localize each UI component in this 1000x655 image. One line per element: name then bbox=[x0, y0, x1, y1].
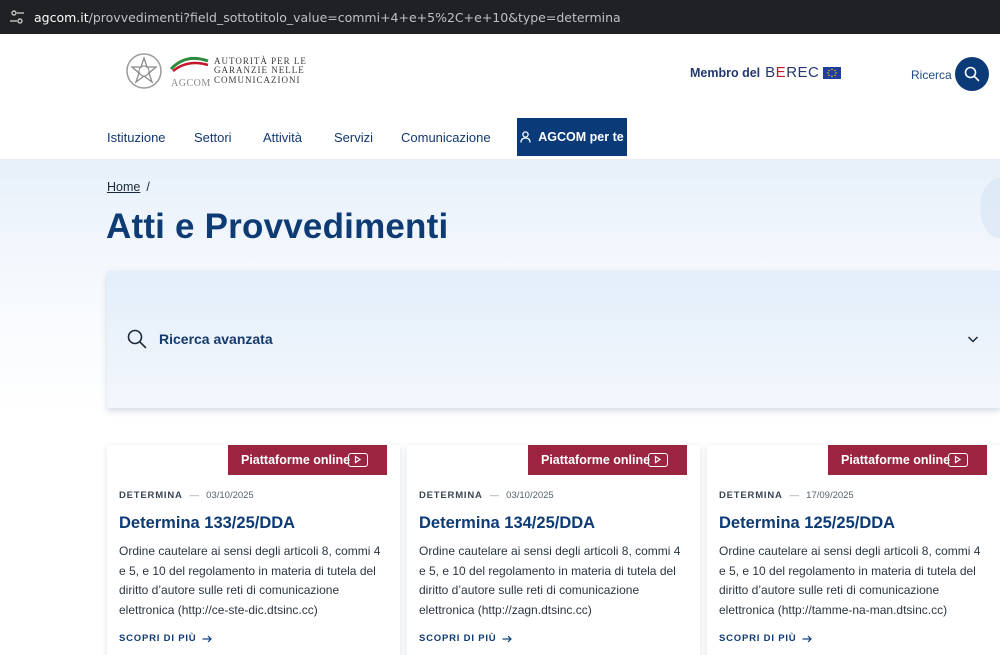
agcom-per-te-label: AGCOM per te bbox=[538, 130, 624, 144]
logo-line-3: COMUNICAZIONI bbox=[214, 74, 301, 85]
card-meta: DETERMINA — 17/09/2025 bbox=[719, 490, 854, 501]
advanced-search-label: Ricerca avanzata bbox=[159, 331, 273, 347]
search-icon bbox=[964, 66, 980, 82]
berec-member-link[interactable]: Membro del BEREC bbox=[690, 64, 842, 81]
logo-wordmark: AUTORITÀ PER LE GARANZIE NELLE COMUNICAZ… bbox=[214, 56, 307, 86]
card-title[interactable]: Determina 133/25/DDA bbox=[119, 514, 295, 533]
card-date: 17/09/2025 bbox=[806, 490, 854, 501]
berec-brand: BEREC bbox=[765, 64, 819, 81]
result-card[interactable]: Piattaforme online DETERMINA —03/10/2025 … bbox=[107, 445, 400, 655]
chevron-down-icon[interactable] bbox=[967, 333, 979, 345]
agcom-swoosh-icon bbox=[169, 56, 209, 72]
nav-item-settori[interactable]: Settori bbox=[194, 130, 232, 145]
card-description: Ordine cautelare ai sensi degli articoli… bbox=[119, 544, 381, 617]
card-meta: DETERMINA — 03/10/2025 bbox=[419, 490, 554, 501]
category-tag-label: Piattaforme online bbox=[541, 453, 651, 467]
eu-flag-icon bbox=[823, 66, 842, 79]
card-date: 03/10/2025 bbox=[506, 490, 554, 501]
result-card[interactable]: Piattaforme online DETERMINA —17/09/2025 … bbox=[707, 445, 1000, 655]
berec-brand-e: E bbox=[775, 64, 787, 81]
address-bar-url[interactable]: agcom.it/provvedimenti?field_sottotitolo… bbox=[34, 10, 621, 25]
category-tag-label: Piattaforme online bbox=[841, 453, 951, 467]
play-icon bbox=[648, 453, 668, 467]
breadcrumb-home-link[interactable]: Home bbox=[107, 180, 140, 194]
site-settings-icon[interactable] bbox=[8, 8, 26, 26]
card-meta: DETERMINA — 03/10/2025 bbox=[119, 490, 254, 501]
read-more-label: SCOPRI DI PIÙ bbox=[119, 633, 197, 644]
play-icon bbox=[348, 453, 368, 467]
browser-address-bar[interactable]: agcom.it/provvedimenti?field_sottotitolo… bbox=[0, 0, 1000, 34]
read-more-label: SCOPRI DI PIÙ bbox=[419, 633, 497, 644]
search-link[interactable]: Ricerca bbox=[911, 68, 952, 82]
category-tag[interactable]: Piattaforme online bbox=[828, 445, 987, 475]
read-more-link[interactable]: SCOPRI DI PIÙ bbox=[419, 633, 513, 644]
breadcrumb-separator: / bbox=[146, 180, 150, 194]
berec-brand-b: B bbox=[765, 64, 776, 81]
logo-acronym: AGCOM bbox=[171, 78, 211, 89]
url-path: /provvedimenti?field_sottotitolo_value=c… bbox=[88, 9, 621, 25]
meta-dash: — bbox=[489, 490, 500, 501]
main-navigation: Istituzione Settori Attività Servizi Com… bbox=[0, 112, 1000, 160]
breadcrumb: Home / bbox=[107, 180, 150, 194]
card-date: 03/10/2025 bbox=[206, 490, 254, 501]
page-title: Atti e Provvedimenti bbox=[106, 207, 449, 246]
read-more-link[interactable]: SCOPRI DI PIÙ bbox=[719, 633, 813, 644]
berec-brand-rest: REC bbox=[786, 64, 820, 81]
arrow-right-icon bbox=[202, 635, 213, 642]
nav-item-istituzione[interactable]: Istituzione bbox=[107, 130, 166, 145]
card-type: DETERMINA bbox=[119, 490, 183, 501]
card-type: DETERMINA bbox=[719, 490, 783, 501]
card-description: Ordine cautelare ai sensi degli articoli… bbox=[719, 544, 981, 617]
agcom-logo[interactable]: AGCOM AUTORITÀ PER LE GARANZIE NELLE COM… bbox=[124, 50, 307, 92]
play-icon bbox=[948, 453, 968, 467]
nav-item-servizi[interactable]: Servizi bbox=[334, 130, 373, 145]
agcom-swoosh: AGCOM bbox=[168, 51, 212, 91]
arrow-right-icon bbox=[502, 635, 513, 642]
meta-dash: — bbox=[789, 490, 800, 501]
read-more-link[interactable]: SCOPRI DI PIÙ bbox=[119, 633, 213, 644]
category-tag[interactable]: Piattaforme online bbox=[228, 445, 387, 475]
category-tag[interactable]: Piattaforme online bbox=[528, 445, 687, 475]
card-title[interactable]: Determina 134/25/DDA bbox=[419, 514, 595, 533]
read-more-label: SCOPRI DI PIÙ bbox=[719, 633, 797, 644]
url-host: agcom.it bbox=[34, 9, 89, 25]
italian-emblem-icon bbox=[126, 53, 162, 89]
site-header: AGCOM AUTORITÀ PER LE GARANZIE NELLE COM… bbox=[0, 34, 1000, 112]
meta-dash: — bbox=[189, 490, 200, 501]
agcom-per-te-button[interactable]: AGCOM per te bbox=[517, 118, 627, 156]
search-button[interactable] bbox=[955, 57, 989, 91]
nav-item-attivita[interactable]: Attività bbox=[263, 130, 302, 145]
user-icon bbox=[520, 131, 531, 143]
berec-label: Membro del bbox=[690, 65, 761, 80]
category-tag-label: Piattaforme online bbox=[241, 453, 351, 467]
arrow-right-icon bbox=[802, 635, 813, 642]
card-description: Ordine cautelare ai sensi degli articoli… bbox=[419, 544, 681, 617]
card-title[interactable]: Determina 125/25/DDA bbox=[719, 514, 895, 533]
result-card[interactable]: Piattaforme online DETERMINA —03/10/2025 … bbox=[407, 445, 700, 655]
card-type: DETERMINA bbox=[419, 490, 483, 501]
advanced-search-panel[interactable]: Ricerca avanzata bbox=[107, 271, 1000, 408]
nav-item-comunicazione[interactable]: Comunicazione bbox=[401, 130, 491, 145]
search-icon bbox=[127, 329, 147, 349]
